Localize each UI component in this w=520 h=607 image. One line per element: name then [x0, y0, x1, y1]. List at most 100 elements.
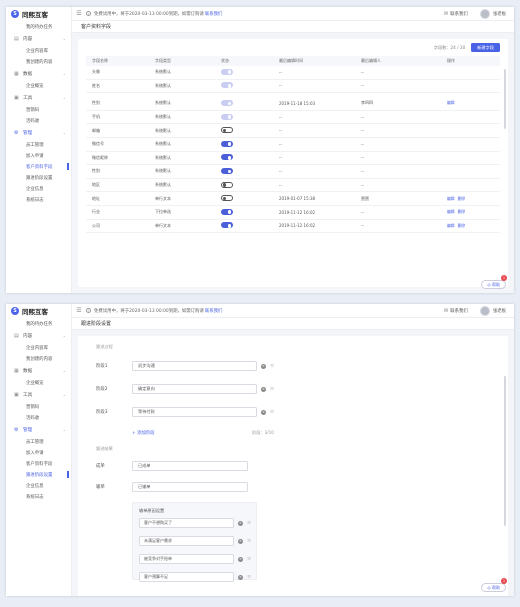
result-input[interactable]: 已成单 — [132, 461, 248, 471]
contact-link[interactable]: 联系我们 — [205, 11, 223, 17]
drag-handle-icon[interactable]: ≡ — [247, 520, 251, 526]
contact-us-button[interactable]: ✉ 联系我们 — [444, 308, 468, 314]
reason-input[interactable]: 被竞争对手抢单 — [139, 554, 234, 564]
new-field-button[interactable]: 新建字段 — [471, 43, 500, 52]
sidebar-item-11[interactable]: 加入申请 — [6, 447, 71, 458]
drag-handle-icon[interactable]: ≡ — [247, 556, 251, 562]
drag-handle-icon[interactable]: ≡ — [270, 409, 274, 415]
reason-input[interactable]: 未满足客户需求 — [139, 536, 234, 546]
sidebar-item-11[interactable]: 加入申请 — [6, 150, 71, 161]
logo-text: 同熙互客 — [22, 308, 48, 316]
sidebar-item-13[interactable]: 跟进阶段设置 — [6, 172, 71, 183]
user-name[interactable]: 张老板 — [493, 308, 506, 314]
status-toggle[interactable] — [221, 140, 233, 147]
status-cell — [221, 181, 279, 189]
editor-name: -- — [361, 128, 364, 134]
stage-input[interactable]: 等待付款 — [132, 407, 257, 417]
remove-icon[interactable]: × — [238, 538, 243, 544]
sidebar-item-5[interactable]: 企业概览 — [6, 377, 71, 388]
sidebar-item-14[interactable]: 企业信息 — [6, 183, 71, 194]
sidebar-item-5[interactable]: 企业概览 — [6, 80, 71, 91]
info-icon: i — [86, 308, 91, 313]
sidebar-item-12[interactable]: 客户资料字段 — [6, 161, 71, 172]
sidebar-item-10[interactable]: 员工管理 — [6, 436, 71, 447]
add-stage-button[interactable]: + 添加阶段 — [132, 430, 155, 436]
sidebar-item-15[interactable]: 系统日志 — [6, 491, 71, 502]
delete-link[interactable]: 删除 — [458, 223, 466, 228]
remove-icon[interactable]: × — [238, 556, 243, 562]
remove-icon[interactable]: × — [261, 409, 266, 415]
edit-time: -- — [279, 155, 282, 161]
sidebar-group-1[interactable]: ▤ 内容 ⌄ — [6, 329, 71, 342]
sidebar-item-7[interactable]: 营销码 — [6, 401, 71, 412]
contact-link[interactable]: 联系我们 — [205, 308, 223, 314]
logo[interactable]: S 同熙互客 — [6, 304, 71, 318]
sidebar-item-12[interactable]: 客户资料字段 — [6, 458, 71, 469]
stage-row: 阶段2 确定意向 × ≡ — [96, 384, 274, 394]
drag-handle-icon[interactable]: ≡ — [247, 538, 251, 544]
vertical-scrollbar[interactable] — [504, 69, 506, 129]
status-cell — [221, 113, 279, 121]
sidebar-item-13[interactable]: 跟进阶段设置 — [6, 469, 71, 480]
drag-handle-icon[interactable]: ≡ — [270, 386, 274, 392]
delete-link[interactable]: 删除 — [458, 209, 466, 214]
sidebar-item-8[interactable]: 活码收 — [6, 412, 71, 423]
contact-us-button[interactable]: ✉ 联系我们 — [444, 11, 468, 17]
sidebar-item-0[interactable]: 我的待办任务 — [6, 21, 71, 32]
stage-input[interactable]: 初步沟通 — [132, 361, 257, 371]
delete-link[interactable]: 删除 — [458, 196, 466, 201]
sidebar-item-2[interactable]: 企业内容库 — [6, 45, 71, 56]
edit-link[interactable]: 编辑 — [447, 223, 455, 228]
status-toggle[interactable] — [221, 208, 233, 215]
nav-group-label: 管理 — [23, 427, 33, 433]
status-toggle[interactable] — [221, 154, 233, 161]
avatar[interactable] — [479, 8, 490, 19]
drag-handle-icon[interactable]: ≡ — [270, 363, 274, 369]
sidebar-item-2[interactable]: 企业内容库 — [6, 342, 71, 353]
sidebar-group-9[interactable]: ⚙ 管理 ⌄ — [6, 126, 71, 139]
field-type: 系统默认 — [155, 82, 171, 88]
help-button[interactable]: ◎ 帮助 1 — [481, 275, 507, 289]
menu-toggle-icon[interactable]: ☰ — [72, 10, 86, 17]
sidebar-item-15[interactable]: 系统日志 — [6, 194, 71, 205]
sidebar-item-0[interactable]: 我的待办任务 — [6, 318, 71, 329]
edit-link[interactable]: 编辑 — [447, 100, 455, 105]
edit-link[interactable]: 编辑 — [447, 209, 455, 214]
sidebar-group-9[interactable]: ⚙ 管理 ⌄ — [6, 423, 71, 436]
sidebar-item-14[interactable]: 企业信息 — [6, 480, 71, 491]
result-row: 输单 已输单 — [96, 482, 248, 492]
status-toggle[interactable] — [221, 181, 233, 188]
sidebar-group-6[interactable]: ▣ 工具 ⌄ — [6, 388, 71, 401]
status-toggle[interactable] — [221, 195, 233, 202]
remove-icon[interactable]: × — [238, 520, 243, 526]
result-input[interactable]: 已输单 — [132, 482, 248, 492]
remove-icon[interactable]: × — [261, 386, 266, 392]
logo[interactable]: S 同熙互客 — [6, 7, 71, 21]
remove-icon[interactable]: × — [261, 363, 266, 369]
sidebar-item-8[interactable]: 活码收 — [6, 115, 71, 126]
sidebar-group-6[interactable]: ▣ 工具 ⌄ — [6, 91, 71, 104]
sidebar-group-4[interactable]: ▦ 数据 ⌄ — [6, 67, 71, 80]
status-cell — [221, 208, 279, 216]
status-toggle[interactable] — [221, 127, 233, 134]
status-toggle[interactable] — [221, 222, 233, 229]
vertical-scrollbar[interactable] — [504, 376, 506, 526]
sidebar-item-3[interactable]: 我创建的内容 — [6, 56, 71, 67]
menu-toggle-icon[interactable]: ☰ — [72, 307, 86, 314]
remove-icon[interactable]: × — [238, 574, 243, 580]
sidebar-item-10[interactable]: 员工管理 — [6, 139, 71, 150]
sidebar-group-1[interactable]: ▤ 内容 ⌄ — [6, 32, 71, 45]
user-name[interactable]: 张老板 — [493, 11, 506, 17]
notification-badge: 1 — [501, 275, 507, 281]
reason-input[interactable]: 客户预算不足 — [139, 572, 234, 582]
sidebar-item-7[interactable]: 营销码 — [6, 104, 71, 115]
status-toggle[interactable] — [221, 167, 233, 174]
sidebar-group-4[interactable]: ▦ 数据 ⌄ — [6, 364, 71, 377]
reason-input[interactable]: 客户不想购买了 — [139, 518, 234, 528]
edit-link[interactable]: 编辑 — [447, 196, 455, 201]
avatar[interactable] — [479, 305, 490, 316]
sidebar-item-3[interactable]: 我创建的内容 — [6, 353, 71, 364]
stage-input[interactable]: 确定意向 — [132, 384, 257, 394]
help-button[interactable]: ◎ 帮助 1 — [481, 578, 507, 592]
drag-handle-icon[interactable]: ≡ — [247, 574, 251, 580]
